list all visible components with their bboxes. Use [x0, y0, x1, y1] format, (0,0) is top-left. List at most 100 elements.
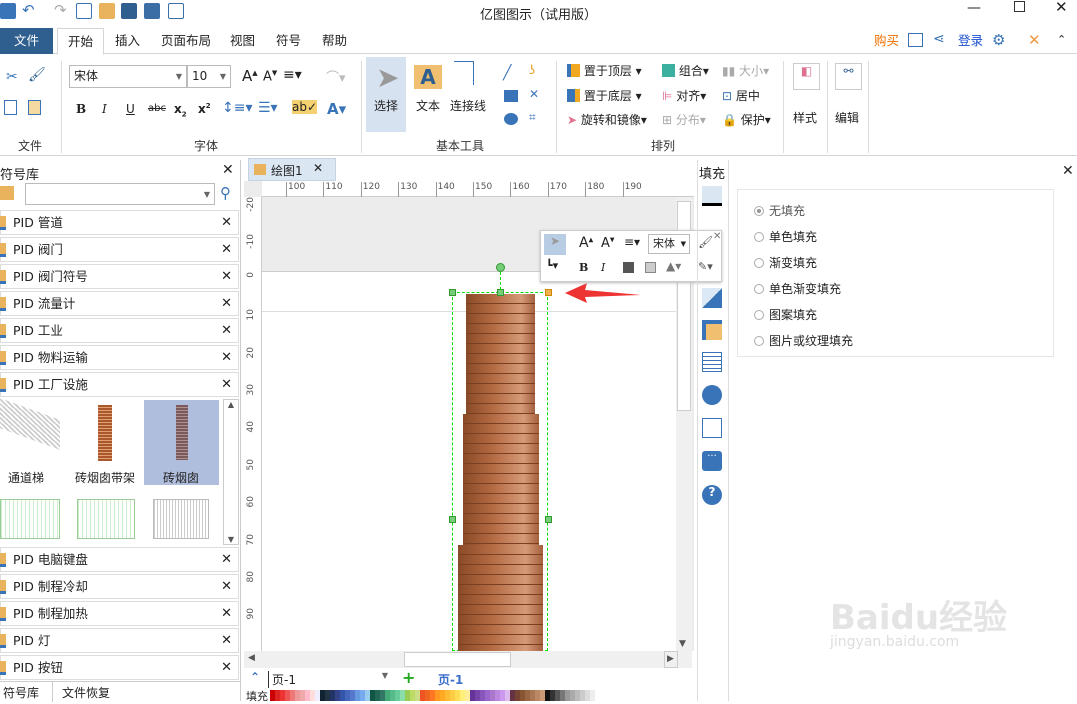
fill-option[interactable]: 图案填充	[754, 306, 817, 323]
chimney-middle-segment[interactable]	[463, 414, 539, 545]
text-arc-icon[interactable]: ⌒▾	[326, 67, 346, 86]
radio-button[interactable]	[754, 206, 764, 216]
underline-icon[interactable]: U	[126, 102, 135, 116]
mini-font-select[interactable]: 宋体 ▼	[648, 234, 690, 254]
library-category[interactable]: PID 阀门 ✕	[0, 237, 239, 262]
line-spacing-icon[interactable]: ↕≡▾	[222, 100, 253, 116]
rotate-mirror-button[interactable]: ➤ 旋转和镜像▾	[567, 111, 647, 128]
remove-category-icon[interactable]: ✕	[221, 629, 232, 652]
library-category[interactable]: PID 电脑键盘 ✕	[0, 547, 239, 572]
center-button[interactable]: ⊡ 居中	[722, 87, 760, 104]
italic-icon[interactable]: I	[102, 102, 107, 116]
attachment-icon[interactable]	[702, 418, 722, 438]
document-list-icon[interactable]	[702, 352, 722, 372]
library-category[interactable]: PID 工厂设施 ✕	[0, 372, 239, 397]
font-name-select[interactable]: 宋体 ▼	[69, 65, 187, 88]
cross-icon[interactable]: ✕	[529, 87, 539, 101]
remove-category-icon[interactable]: ✕	[221, 292, 232, 315]
tab-view[interactable]: 视图	[220, 28, 265, 54]
resize-handle[interactable]	[449, 516, 456, 523]
resize-handle[interactable]	[545, 516, 552, 523]
chimney-top-segment[interactable]	[466, 294, 535, 414]
tab-help[interactable]: 帮助	[312, 28, 357, 54]
library-category[interactable]: PID 工业 ✕	[0, 318, 239, 343]
library-category[interactable]: PID 阀门符号 ✕	[0, 264, 239, 289]
format-painter-icon[interactable]: 🖌	[28, 67, 46, 83]
remove-category-icon[interactable]: ✕	[221, 265, 232, 288]
shrink-font-icon[interactable]: A▼	[263, 69, 277, 84]
close-tab-icon[interactable]: ✕	[313, 161, 323, 175]
library-menu-icon[interactable]	[0, 186, 14, 200]
edit-button[interactable]: ⚯ 编辑	[830, 57, 868, 147]
fill-option[interactable]: 图片或纹理填充	[754, 332, 853, 349]
gallery-item-selected[interactable]: 砖烟囱	[144, 400, 219, 485]
resize-handle[interactable]	[449, 289, 456, 296]
font-color-icon[interactable]: A▾	[327, 100, 346, 118]
library-category[interactable]: PID 管道 ✕	[0, 210, 239, 235]
remove-category-icon[interactable]: ✕	[221, 319, 232, 342]
horizontal-scrollbar[interactable]: ◀ ▶	[244, 651, 692, 668]
ellipse-icon[interactable]	[504, 113, 518, 125]
library-category[interactable]: PID 制程加热 ✕	[0, 601, 239, 626]
mini-bold-icon[interactable]: B	[579, 261, 588, 274]
comment-icon[interactable]: ···	[702, 451, 722, 471]
radio-button[interactable]	[754, 310, 764, 320]
library-category[interactable]: PID 灯 ✕	[0, 628, 239, 653]
settings-icon[interactable]: ⚙	[992, 31, 1005, 49]
paste-icon[interactable]	[28, 100, 41, 115]
remove-category-icon[interactable]: ✕	[221, 602, 232, 625]
send-to-back-button[interactable]: 置于底层 ▾	[567, 87, 642, 104]
tab-home[interactable]: 开始	[57, 28, 105, 55]
grow-font-icon[interactable]: A▲	[242, 67, 258, 85]
share-icon[interactable]: ⋖	[933, 31, 945, 47]
mini-italic-icon[interactable]: I	[601, 261, 605, 274]
group-button[interactable]: 组合▾	[662, 62, 709, 79]
mini-shadow-icon[interactable]: ▲▾	[666, 259, 681, 273]
mini-align-icon[interactable]: ≡▾	[624, 235, 640, 249]
resize-handle[interactable]	[545, 289, 552, 296]
chimney-bottom-segment[interactable]	[458, 545, 543, 651]
remove-category-icon[interactable]: ✕	[221, 346, 232, 369]
tab-insert[interactable]: 插入	[105, 28, 150, 54]
font-size-select[interactable]: 10 ▼	[187, 65, 231, 88]
tab-symbol[interactable]: 符号	[266, 28, 311, 54]
search-icon[interactable]: ⚲	[220, 184, 231, 202]
page-nav-up-icon[interactable]: ⌃	[250, 670, 260, 684]
text-tool-button[interactable]: A 文本	[410, 57, 448, 132]
align-text-icon[interactable]: ≡▾	[283, 67, 302, 83]
copy-icon[interactable]	[4, 100, 17, 115]
image-icon[interactable]	[702, 288, 722, 308]
subscript-icon[interactable]: x2	[174, 102, 187, 118]
remove-category-icon[interactable]: ✕	[221, 656, 232, 679]
highlight-icon[interactable]: ab✓	[292, 100, 318, 114]
maximize-button[interactable]	[1014, 1, 1025, 12]
gallery-thumb-ladder[interactable]	[0, 398, 60, 450]
tab-page-layout[interactable]: 页面布局	[151, 28, 221, 54]
document-tab[interactable]: 绘图1 ✕	[248, 158, 336, 181]
gallery-thumb-chimney-rack[interactable]	[98, 405, 112, 461]
file-menu[interactable]: 文件	[0, 28, 53, 54]
mini-select-icon[interactable]: ➤	[544, 234, 566, 255]
curve-icon[interactable]: ʖ	[529, 63, 535, 77]
fill-option[interactable]: 渐变填充	[754, 254, 817, 271]
gallery-scrollbar[interactable]: ▲ ▼	[223, 399, 239, 545]
remove-category-icon[interactable]: ✕	[221, 238, 232, 261]
rotate-handle[interactable]	[496, 263, 505, 272]
login-link[interactable]: 登录	[948, 28, 993, 54]
globe-icon[interactable]	[702, 385, 722, 405]
bullets-icon[interactable]: ☰▾	[258, 100, 278, 116]
rectangle-icon[interactable]	[504, 90, 518, 102]
style-button[interactable]: ◧ 样式	[787, 57, 825, 147]
size-button[interactable]: ▮▮ 大小▾	[722, 62, 769, 79]
buy-link[interactable]: 购买	[864, 28, 909, 54]
bring-to-front-button[interactable]: 置于顶层 ▾	[567, 62, 642, 79]
collapse-ribbon-icon[interactable]: ⌃	[1057, 33, 1066, 46]
close-library-icon[interactable]: ✕	[222, 162, 234, 178]
tab-symbol-library[interactable]: 符号库	[3, 684, 39, 701]
radio-button[interactable]	[754, 284, 764, 294]
mini-connector-icon[interactable]: ┗▾	[546, 259, 558, 272]
palette-swatch[interactable]	[590, 690, 595, 701]
fill-option[interactable]: 单色渐变填充	[754, 280, 841, 297]
radio-button[interactable]	[754, 232, 764, 242]
library-category[interactable]: PID 流量计 ✕	[0, 291, 239, 316]
